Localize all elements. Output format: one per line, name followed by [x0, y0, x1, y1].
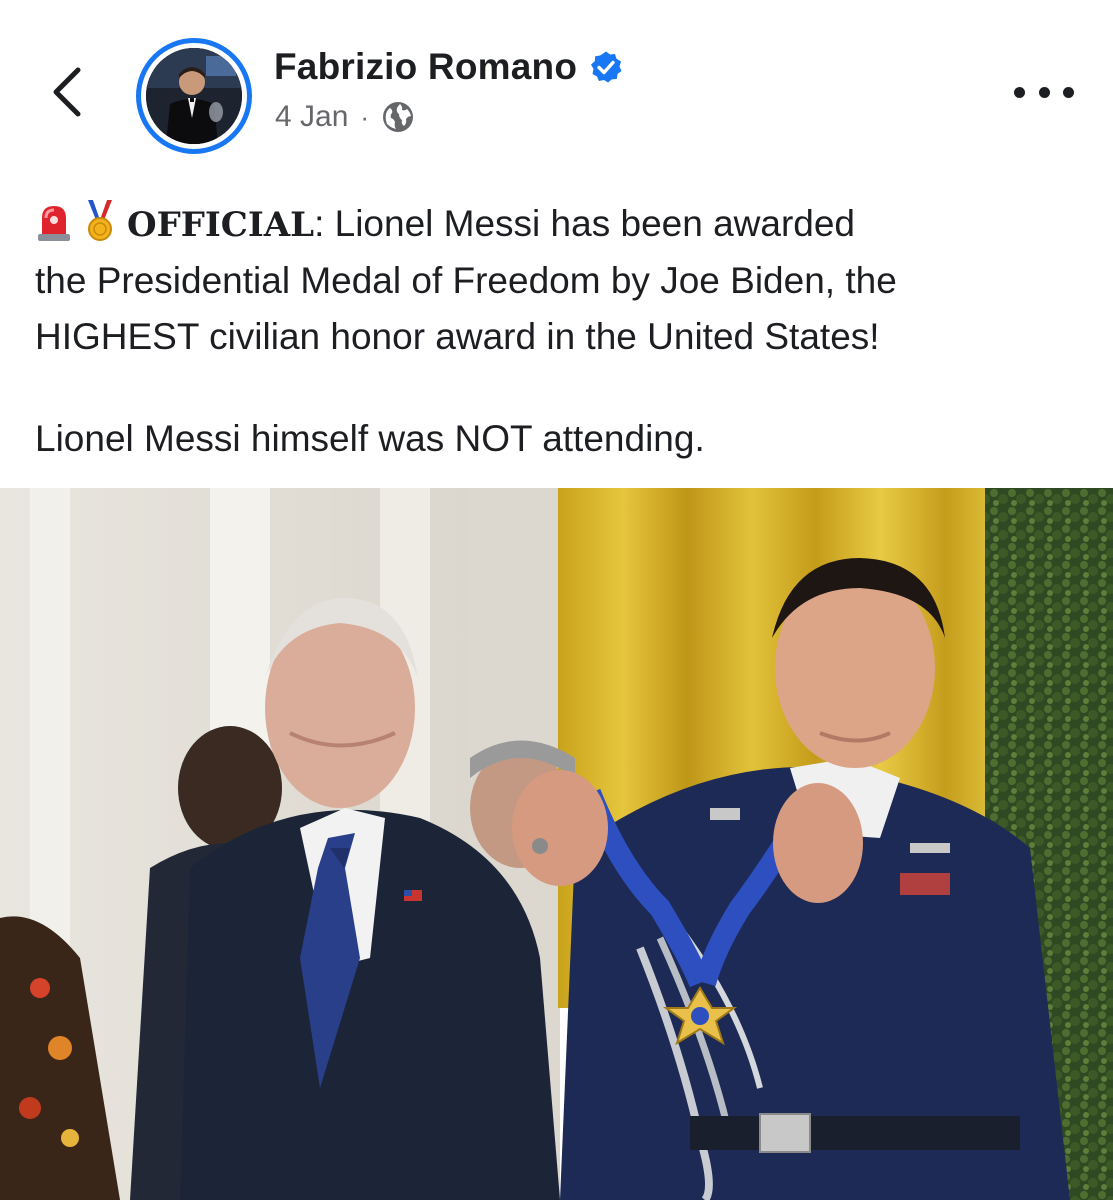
- official-label: OFFICIAL: [127, 205, 315, 245]
- post-text-line-1-rest: : Lionel Messi has been awarded: [314, 203, 856, 244]
- verified-badge-icon: [591, 51, 622, 83]
- post-photo[interactable]: [0, 488, 1113, 1200]
- post-meta: 4 Jan ·: [275, 100, 415, 134]
- post-text-line-4: Lionel Messi himself was NOT attending.: [35, 418, 705, 459]
- post-text-line-2: the Presidential Medal of Freedom by Joe…: [35, 260, 897, 301]
- more-options-button[interactable]: [1014, 80, 1074, 104]
- post-header: Fabrizio Romano 4 Jan ·: [0, 0, 1113, 170]
- back-button[interactable]: [44, 62, 94, 122]
- avatar-image: [146, 48, 242, 144]
- post-date[interactable]: 4 Jan: [275, 100, 348, 134]
- author-row: Fabrizio Romano: [274, 44, 623, 90]
- author-avatar[interactable]: [136, 38, 252, 154]
- meta-separator: ·: [360, 101, 370, 132]
- police-light-emoji: [38, 206, 70, 241]
- more-dot: [1038, 86, 1050, 98]
- more-dot: [1014, 86, 1025, 98]
- post-text-line-1: OFFICIAL: Lionel Messi has been awarded: [35, 196, 1095, 253]
- globe-icon[interactable]: [381, 100, 415, 134]
- author-name[interactable]: Fabrizio Romano: [274, 46, 577, 88]
- post-text-line-3: HIGHEST civilian honor award in the Unit…: [35, 316, 880, 357]
- chevron-left-icon: [53, 67, 81, 117]
- more-dot: [1063, 86, 1074, 98]
- medal-emoji: [88, 200, 112, 241]
- photo-illustration: [0, 488, 1113, 1200]
- post-text: OFFICIAL: Lionel Messi has been awarded …: [35, 196, 1095, 467]
